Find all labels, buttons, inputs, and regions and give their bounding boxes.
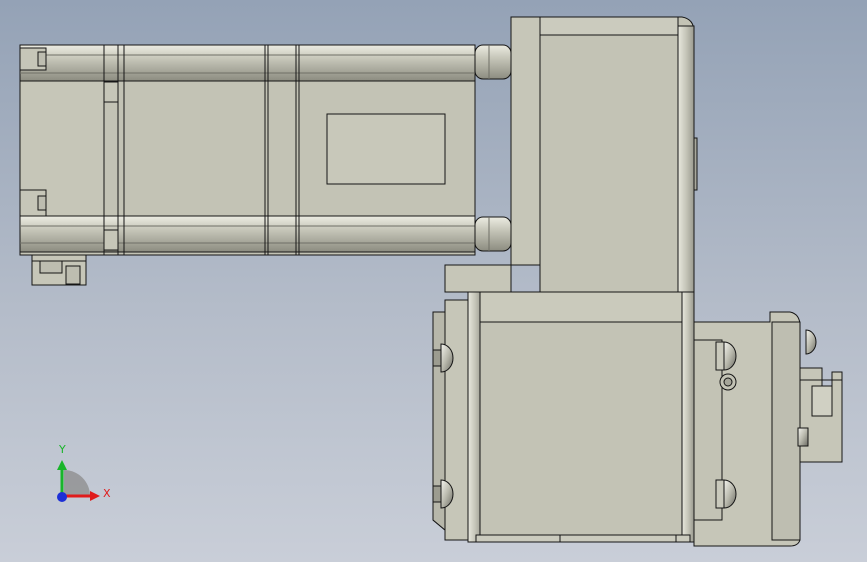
triad-rotation-arc	[64, 470, 90, 496]
gearmotor-model[interactable]	[0, 0, 867, 562]
output-body	[479, 291, 689, 543]
triad-z-axis	[57, 492, 67, 502]
output-gear-unit[interactable]	[432, 291, 843, 547]
orientation-triad[interactable]	[50, 452, 110, 512]
motor-front-boss-bottom	[474, 216, 512, 252]
gearbox-edge-bevel	[677, 25, 695, 293]
bolt-head	[805, 329, 817, 355]
triad-y-arrowhead	[57, 460, 67, 470]
top-tie-rod	[19, 44, 476, 82]
nameplate-recess	[326, 113, 446, 185]
triad-x-arrowhead	[90, 491, 100, 501]
triad-y-label: Y	[59, 443, 66, 456]
cad-viewport[interactable]: Y X	[0, 0, 867, 562]
bottom-tie-rod	[19, 215, 476, 253]
gearbox-column	[539, 16, 695, 293]
horizontal-motor[interactable]	[19, 44, 512, 286]
motor-front-boss-top	[474, 44, 512, 80]
triad-x-label: X	[103, 487, 111, 500]
